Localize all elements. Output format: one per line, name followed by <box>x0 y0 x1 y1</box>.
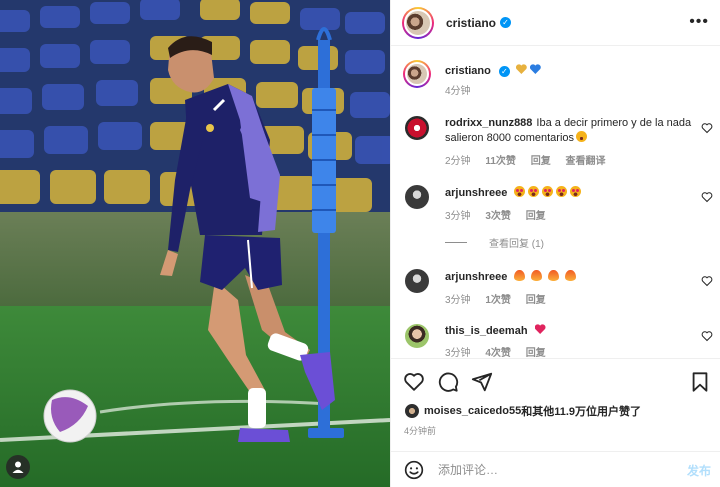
comment-likes[interactable]: 1次赞 <box>485 295 511 306</box>
commenter-avatar[interactable] <box>403 322 431 350</box>
comment-username[interactable]: this_is_deemah <box>445 325 528 337</box>
translate-button[interactable]: 查看翻译 <box>565 156 605 167</box>
comment-time: 2分钟 <box>445 156 471 167</box>
view-replies-label: 查看回复 (1) <box>489 239 544 250</box>
heart-eyes-icon <box>528 186 540 197</box>
comment-username[interactable]: rodrixx_nunz888 <box>445 117 532 129</box>
verified-badge-icon: ✓ <box>498 65 510 77</box>
comment-username[interactable]: arjunshreee <box>445 271 507 283</box>
comment-time: 3分钟 <box>445 348 471 358</box>
tagged-user-button[interactable] <box>6 455 30 479</box>
reply-button[interactable]: 回复 <box>526 211 546 222</box>
comment-time: 3分钟 <box>445 211 471 222</box>
emoji-smile-icon[interactable] <box>404 460 424 480</box>
post-side-panel: cristiano ✓ ••• cristiano ✓ 4分钟 rodrixx_n… <box>390 0 720 487</box>
like-comment-icon[interactable] <box>701 122 713 134</box>
liker-username[interactable]: moises_caicedo55 <box>424 405 521 417</box>
training-photo <box>0 0 390 487</box>
more-horizontal-icon[interactable]: ••• <box>689 14 709 30</box>
liked-by: moises_caicedo55 和其他11.9万位用户赞了 <box>404 403 641 419</box>
owner-avatar[interactable] <box>403 60 431 88</box>
commenter-avatar[interactable] <box>403 267 431 295</box>
bookmark-icon[interactable] <box>689 371 711 393</box>
reply-button[interactable]: 回复 <box>526 348 546 358</box>
post-comment-button[interactable]: 发布 <box>687 462 711 479</box>
post-header: cristiano ✓ ••• <box>391 0 720 46</box>
comments-list[interactable]: cristiano ✓ 4分钟 rodrixx_nunz888 Iba a deci… <box>391 46 720 358</box>
astonished-face-icon <box>576 131 588 142</box>
blue-heart-icon <box>530 64 541 75</box>
post-photo[interactable] <box>0 0 390 487</box>
commenter-avatar[interactable] <box>403 183 431 211</box>
like-comment-icon[interactable] <box>701 275 713 287</box>
comment-likes[interactable]: 3次赞 <box>485 211 511 222</box>
like-comment-icon[interactable] <box>701 191 713 203</box>
comment-input[interactable] <box>438 463 668 477</box>
heart-eyes-icon <box>514 186 526 197</box>
post-time[interactable]: 4分钟前 <box>404 424 436 437</box>
user-icon <box>12 461 24 473</box>
caption-username[interactable]: cristiano <box>445 65 491 77</box>
comment-icon[interactable] <box>437 371 459 393</box>
reply-button[interactable]: 回复 <box>526 295 546 306</box>
verified-badge-icon: ✓ <box>500 17 512 28</box>
soccer-ball <box>43 389 97 443</box>
comment-username[interactable]: arjunshreee <box>445 187 507 199</box>
post-actions: moises_caicedo55和其他11.9万位用户赞了 4分钟前 发布 <box>391 358 720 487</box>
fire-icon <box>514 270 526 281</box>
yellow-heart-icon <box>516 64 527 75</box>
reply-button[interactable]: 回复 <box>531 156 551 167</box>
liked-by-count[interactable]: 和其他11.9万位用户赞了 <box>521 403 641 419</box>
fire-icon <box>548 270 560 281</box>
replies-divider <box>445 242 467 243</box>
owner-avatar[interactable] <box>402 6 434 39</box>
comment-likes[interactable]: 11次赞 <box>485 156 516 167</box>
caption-time: 4分钟 <box>445 86 471 97</box>
like-comment-icon[interactable] <box>701 330 713 342</box>
fire-icon <box>565 270 577 281</box>
liker-avatar[interactable] <box>404 403 420 419</box>
comment-likes[interactable]: 4次赞 <box>485 348 511 358</box>
share-icon[interactable] <box>471 371 493 393</box>
fire-icon <box>531 270 543 281</box>
like-heart-icon[interactable] <box>403 371 425 393</box>
view-replies-button[interactable]: 查看回复 (1) <box>445 235 544 250</box>
heart-eyes-icon <box>570 186 582 197</box>
heart-eyes-icon <box>556 186 568 197</box>
comment-composer: 发布 <box>391 451 720 487</box>
owner-username[interactable]: cristiano <box>446 16 496 30</box>
comment-time: 3分钟 <box>445 295 471 306</box>
heart-eyes-icon <box>542 186 554 197</box>
pink-heart-icon <box>535 324 546 335</box>
commenter-avatar[interactable] <box>403 114 431 142</box>
